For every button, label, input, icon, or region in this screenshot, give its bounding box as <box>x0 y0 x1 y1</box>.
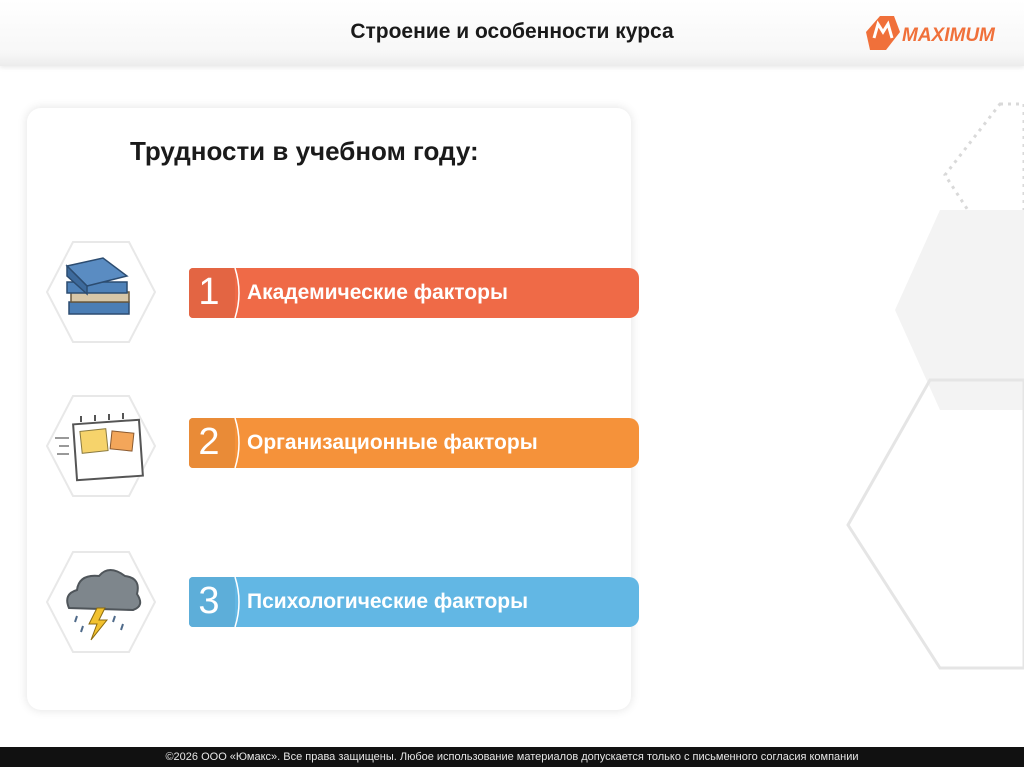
separator-curve <box>234 577 240 627</box>
copyright-footer: ©2026 ООО «Юмакс». Все права защищены. Л… <box>0 747 1024 767</box>
books-icon <box>45 241 157 343</box>
factor-label: Академические факторы <box>247 281 508 304</box>
factor-number: 3 <box>198 580 220 622</box>
header-bar: Строение и особенности курса MAXIMUM <box>0 0 1024 66</box>
separator-curve <box>234 418 240 468</box>
factor-label: Организационные факторы <box>247 431 538 454</box>
storm-cloud-icon <box>45 551 157 653</box>
factor-bar-2[interactable]: 2 Организационные факторы <box>189 418 639 468</box>
maximum-logo-icon: MAXIMUM <box>866 16 996 50</box>
content-card: Трудности в учебном году: 1 Академически… <box>27 108 639 710</box>
factor-bar-1[interactable]: 1 Академические факторы <box>189 268 639 318</box>
factor-bar-3[interactable]: 3 Психологические факторы <box>189 577 639 627</box>
card-heading: Трудности в учебном году: <box>130 136 479 166</box>
separator-curve <box>234 268 240 318</box>
factor-label: Психологические факторы <box>247 590 529 613</box>
calendar-icon <box>45 395 157 497</box>
factor-number: 2 <box>198 421 220 463</box>
factor-number: 1 <box>198 271 220 313</box>
maximum-logo[interactable]: MAXIMUM <box>864 10 1014 56</box>
logo-wordmark: MAXIMUM <box>902 25 996 46</box>
